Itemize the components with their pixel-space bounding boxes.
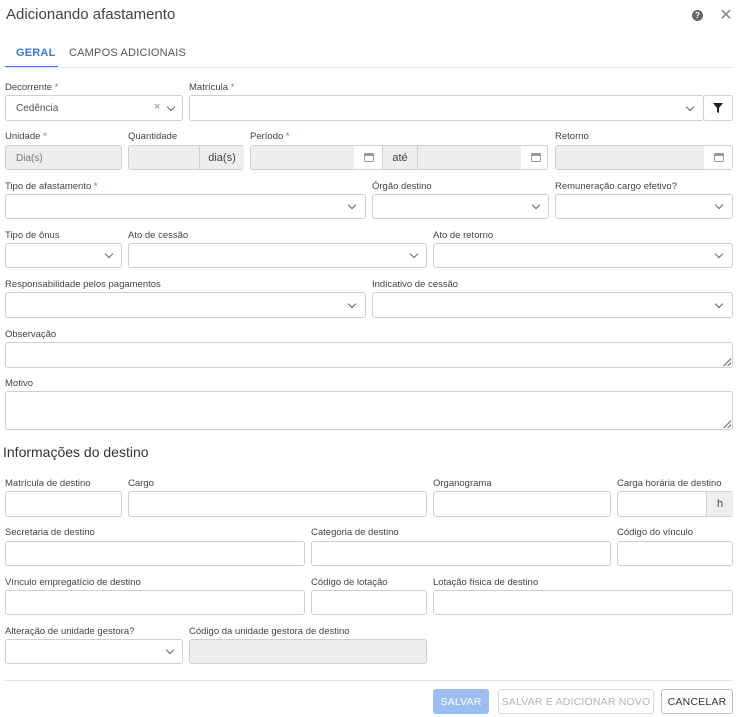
responsabilidade-select[interactable] <box>5 292 366 318</box>
chevron-down-icon <box>714 299 724 309</box>
ato-retorno-label: Ato de retorno <box>433 230 494 241</box>
observacao-label: Observação <box>5 329 57 340</box>
footer-divider <box>5 680 733 681</box>
tab-geral[interactable]: GERAL <box>16 47 56 59</box>
lotacao-fisica-input[interactable] <box>433 590 733 615</box>
filter-button[interactable] <box>703 95 733 121</box>
chevron-down-icon <box>409 249 419 259</box>
periodo-separator: até <box>382 146 417 169</box>
save-button[interactable]: SALVAR <box>433 689 489 714</box>
responsabilidade-label: Responsabilidade pelos pagamentos <box>5 279 161 290</box>
chevron-down-icon <box>104 249 114 259</box>
chevron-down-icon <box>347 299 357 309</box>
periodo-start-input[interactable] <box>251 146 354 169</box>
quantidade-addon: dia(s) <box>199 146 244 169</box>
orgao-destino-label: Órgão destino <box>372 181 432 192</box>
unidade-value: Dia(s) <box>16 153 43 164</box>
periodo-end-input[interactable] <box>417 146 521 169</box>
remuneracao-label: Remuneração cargo efetivo? <box>555 181 677 192</box>
chevron-down-icon <box>531 200 541 210</box>
unidade-label: Unidade * <box>5 131 47 142</box>
organograma-input[interactable] <box>433 491 611 517</box>
retorno-input[interactable] <box>556 146 704 169</box>
codigo-vinculo-label: Código do vínculo <box>617 527 694 538</box>
resize-handle[interactable] <box>723 358 731 366</box>
periodo-label: Período * <box>250 131 290 142</box>
cargo-input[interactable] <box>128 491 427 517</box>
decorrente-select[interactable]: Cedência × <box>5 95 183 121</box>
chevron-down-icon <box>714 200 724 210</box>
decorrente-label: Decorrente * <box>5 82 59 93</box>
calendar-icon[interactable] <box>714 153 724 162</box>
lotacao-fisica-label: Lotação física de destino <box>433 577 539 588</box>
retorno-label: Retorno <box>555 131 589 142</box>
ato-cessao-select[interactable] <box>128 243 427 268</box>
carga-horaria-label: Carga horária de destino <box>617 478 722 489</box>
cargo-label: Cargo <box>128 478 154 489</box>
matricula-select[interactable] <box>189 95 704 121</box>
alteracao-unidade-label: Alteração de unidade gestora? <box>5 626 135 637</box>
codigo-unidade-gestora-label: Código da unidade gestora de destino <box>189 626 350 637</box>
secretaria-input[interactable] <box>5 541 305 566</box>
calendar-icon[interactable] <box>364 153 374 162</box>
organograma-label: Organograma <box>433 478 492 489</box>
observacao-textarea[interactable] <box>5 342 733 368</box>
remuneracao-select[interactable] <box>555 194 733 219</box>
chevron-down-icon <box>165 645 175 655</box>
codigo-vinculo-input[interactable] <box>617 541 733 566</box>
vinculo-empregaticio-label: Vínculo empregatício de destino <box>5 577 141 588</box>
ato-retorno-select[interactable] <box>433 243 733 268</box>
indicativo-cessao-label: Indicativo de cessão <box>372 279 459 290</box>
quantidade-label: Quantidade <box>128 131 178 142</box>
close-icon[interactable]: ✕ <box>718 5 734 24</box>
orgao-destino-select[interactable] <box>372 194 549 219</box>
indicativo-cessao-select[interactable] <box>372 292 733 318</box>
categoria-label: Categoria de destino <box>311 527 399 538</box>
save-and-new-button[interactable]: SALVAR E ADICIONAR NOVO <box>498 689 654 714</box>
alteracao-unidade-select[interactable] <box>5 639 183 664</box>
clear-icon[interactable]: × <box>154 101 160 113</box>
chevron-down-icon <box>685 102 695 112</box>
carga-horaria-input[interactable]: h <box>617 491 733 517</box>
chevron-down-icon <box>714 249 724 259</box>
codigo-lotacao-label: Código de lotação <box>311 577 388 588</box>
help-icon[interactable]: ? <box>692 10 703 21</box>
quantidade-field: dia(s) <box>128 145 244 170</box>
tipo-afastamento-label: Tipo de afastamento * <box>5 181 98 192</box>
carga-horaria-addon: h <box>706 492 733 516</box>
tipo-afastamento-select[interactable] <box>5 194 366 219</box>
motivo-label: Motivo <box>5 378 33 389</box>
chevron-down-icon <box>347 200 357 210</box>
matricula-destino-input[interactable] <box>5 491 122 517</box>
unidade-field: Dia(s) <box>5 145 122 170</box>
filter-icon <box>713 103 723 113</box>
cancel-button[interactable]: CANCELAR <box>661 689 733 714</box>
ato-cessao-label: Ato de cessão <box>128 230 189 241</box>
tabs-divider <box>5 67 733 68</box>
categoria-input[interactable] <box>311 541 611 566</box>
secretaria-label: Secretaria de destino <box>5 527 95 538</box>
matricula-label: Matrícula * <box>189 82 235 93</box>
resize-handle[interactable] <box>723 420 731 428</box>
dialog-title: Adicionando afastamento <box>6 6 176 23</box>
matricula-destino-label: Matrícula de destino <box>5 478 91 489</box>
codigo-lotacao-input[interactable] <box>311 590 427 615</box>
codigo-unidade-gestora-input <box>189 639 427 664</box>
motivo-textarea[interactable] <box>5 391 733 430</box>
retorno-field[interactable] <box>555 145 733 170</box>
vinculo-empregaticio-input[interactable] <box>5 590 305 615</box>
calendar-icon[interactable] <box>531 153 541 162</box>
periodo-field[interactable]: até <box>250 145 548 170</box>
decorrente-value: Cedência <box>16 103 59 114</box>
chevron-down-icon <box>166 102 176 112</box>
tipo-onus-label: Tipo de ônus <box>5 230 60 241</box>
tipo-onus-select[interactable] <box>5 243 122 268</box>
section-title-destino: Informações do destino <box>3 444 149 460</box>
tab-campos-adicionais[interactable]: CAMPOS ADICIONAIS <box>69 47 186 59</box>
